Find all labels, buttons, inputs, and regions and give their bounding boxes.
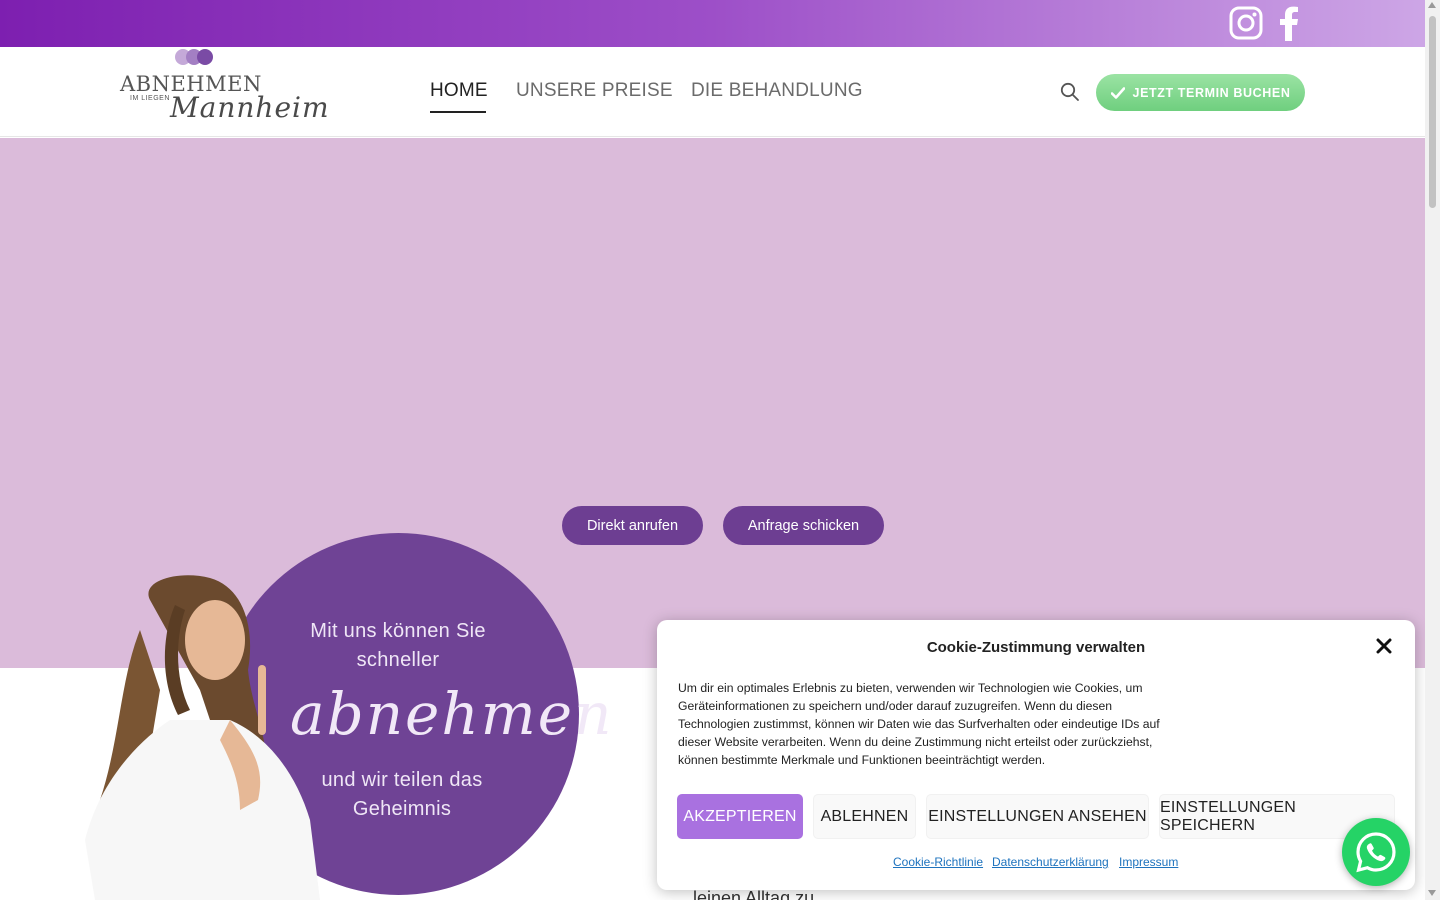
inquiry-button[interactable]: Anfrage schicken — [723, 506, 884, 545]
close-icon — [1376, 638, 1392, 654]
nav-active-underline — [430, 111, 486, 113]
search-button[interactable] — [1060, 82, 1082, 104]
woman-image — [85, 575, 320, 900]
scroll-up-arrow-icon[interactable] — [1428, 2, 1436, 8]
site-header: ABNEHMEN IM LIEGEN Mannheim HOME UNSERE … — [0, 47, 1425, 137]
logo-script: Mannheim — [170, 91, 330, 124]
instagram-icon — [1229, 6, 1263, 40]
whatsapp-icon — [1356, 832, 1396, 873]
instagram-link[interactable] — [1228, 4, 1264, 42]
whatsapp-button[interactable] — [1342, 818, 1410, 886]
nav-item-behandlung[interactable]: DIE BEHANDLUNG — [691, 80, 863, 102]
search-icon — [1060, 82, 1079, 101]
imprint-link[interactable]: Impressum — [1119, 855, 1178, 869]
cookie-deny-button[interactable]: ABLEHNEN — [813, 794, 916, 839]
scroll-thumb[interactable] — [1429, 16, 1436, 208]
nav-item-preise[interactable]: UNSERE PREISE — [516, 80, 673, 102]
cookie-policy-link[interactable]: Cookie-Richtlinie — [893, 855, 983, 869]
book-appointment-button[interactable]: JETZT TERMIN BUCHEN — [1096, 74, 1305, 111]
logo-circles-icon — [175, 49, 213, 65]
facebook-link[interactable] — [1271, 4, 1307, 42]
cookie-view-settings-button[interactable]: EINSTELLUNGEN ANSEHEN — [926, 794, 1149, 839]
cookie-consent-dialog: Cookie-Zustimmung verwalten Um dir ein o… — [657, 620, 1415, 890]
top-bar — [0, 0, 1425, 47]
cookie-accept-button[interactable]: AKZEPTIEREN — [677, 794, 803, 839]
cookie-description: Um dir ein optimales Erlebnis zu bieten,… — [678, 681, 1160, 767]
scroll-down-arrow-icon[interactable] — [1428, 890, 1436, 896]
cookie-title: Cookie-Zustimmung verwalten — [926, 639, 1146, 656]
site-logo[interactable]: ABNEHMEN IM LIEGEN Mannheim — [118, 47, 329, 137]
logo-subtitle: IM LIEGEN — [130, 95, 170, 102]
page-scrollbar[interactable] — [1425, 0, 1440, 900]
book-appointment-label: JETZT TERMIN BUCHEN — [1132, 85, 1291, 100]
cookie-close-button[interactable] — [1376, 638, 1394, 656]
check-icon — [1110, 86, 1125, 99]
call-button[interactable]: Direkt anrufen — [562, 506, 703, 545]
nav-item-home[interactable]: HOME — [430, 80, 488, 102]
facebook-icon — [1280, 6, 1298, 41]
privacy-policy-link[interactable]: Datenschutzerklärung — [992, 855, 1109, 869]
